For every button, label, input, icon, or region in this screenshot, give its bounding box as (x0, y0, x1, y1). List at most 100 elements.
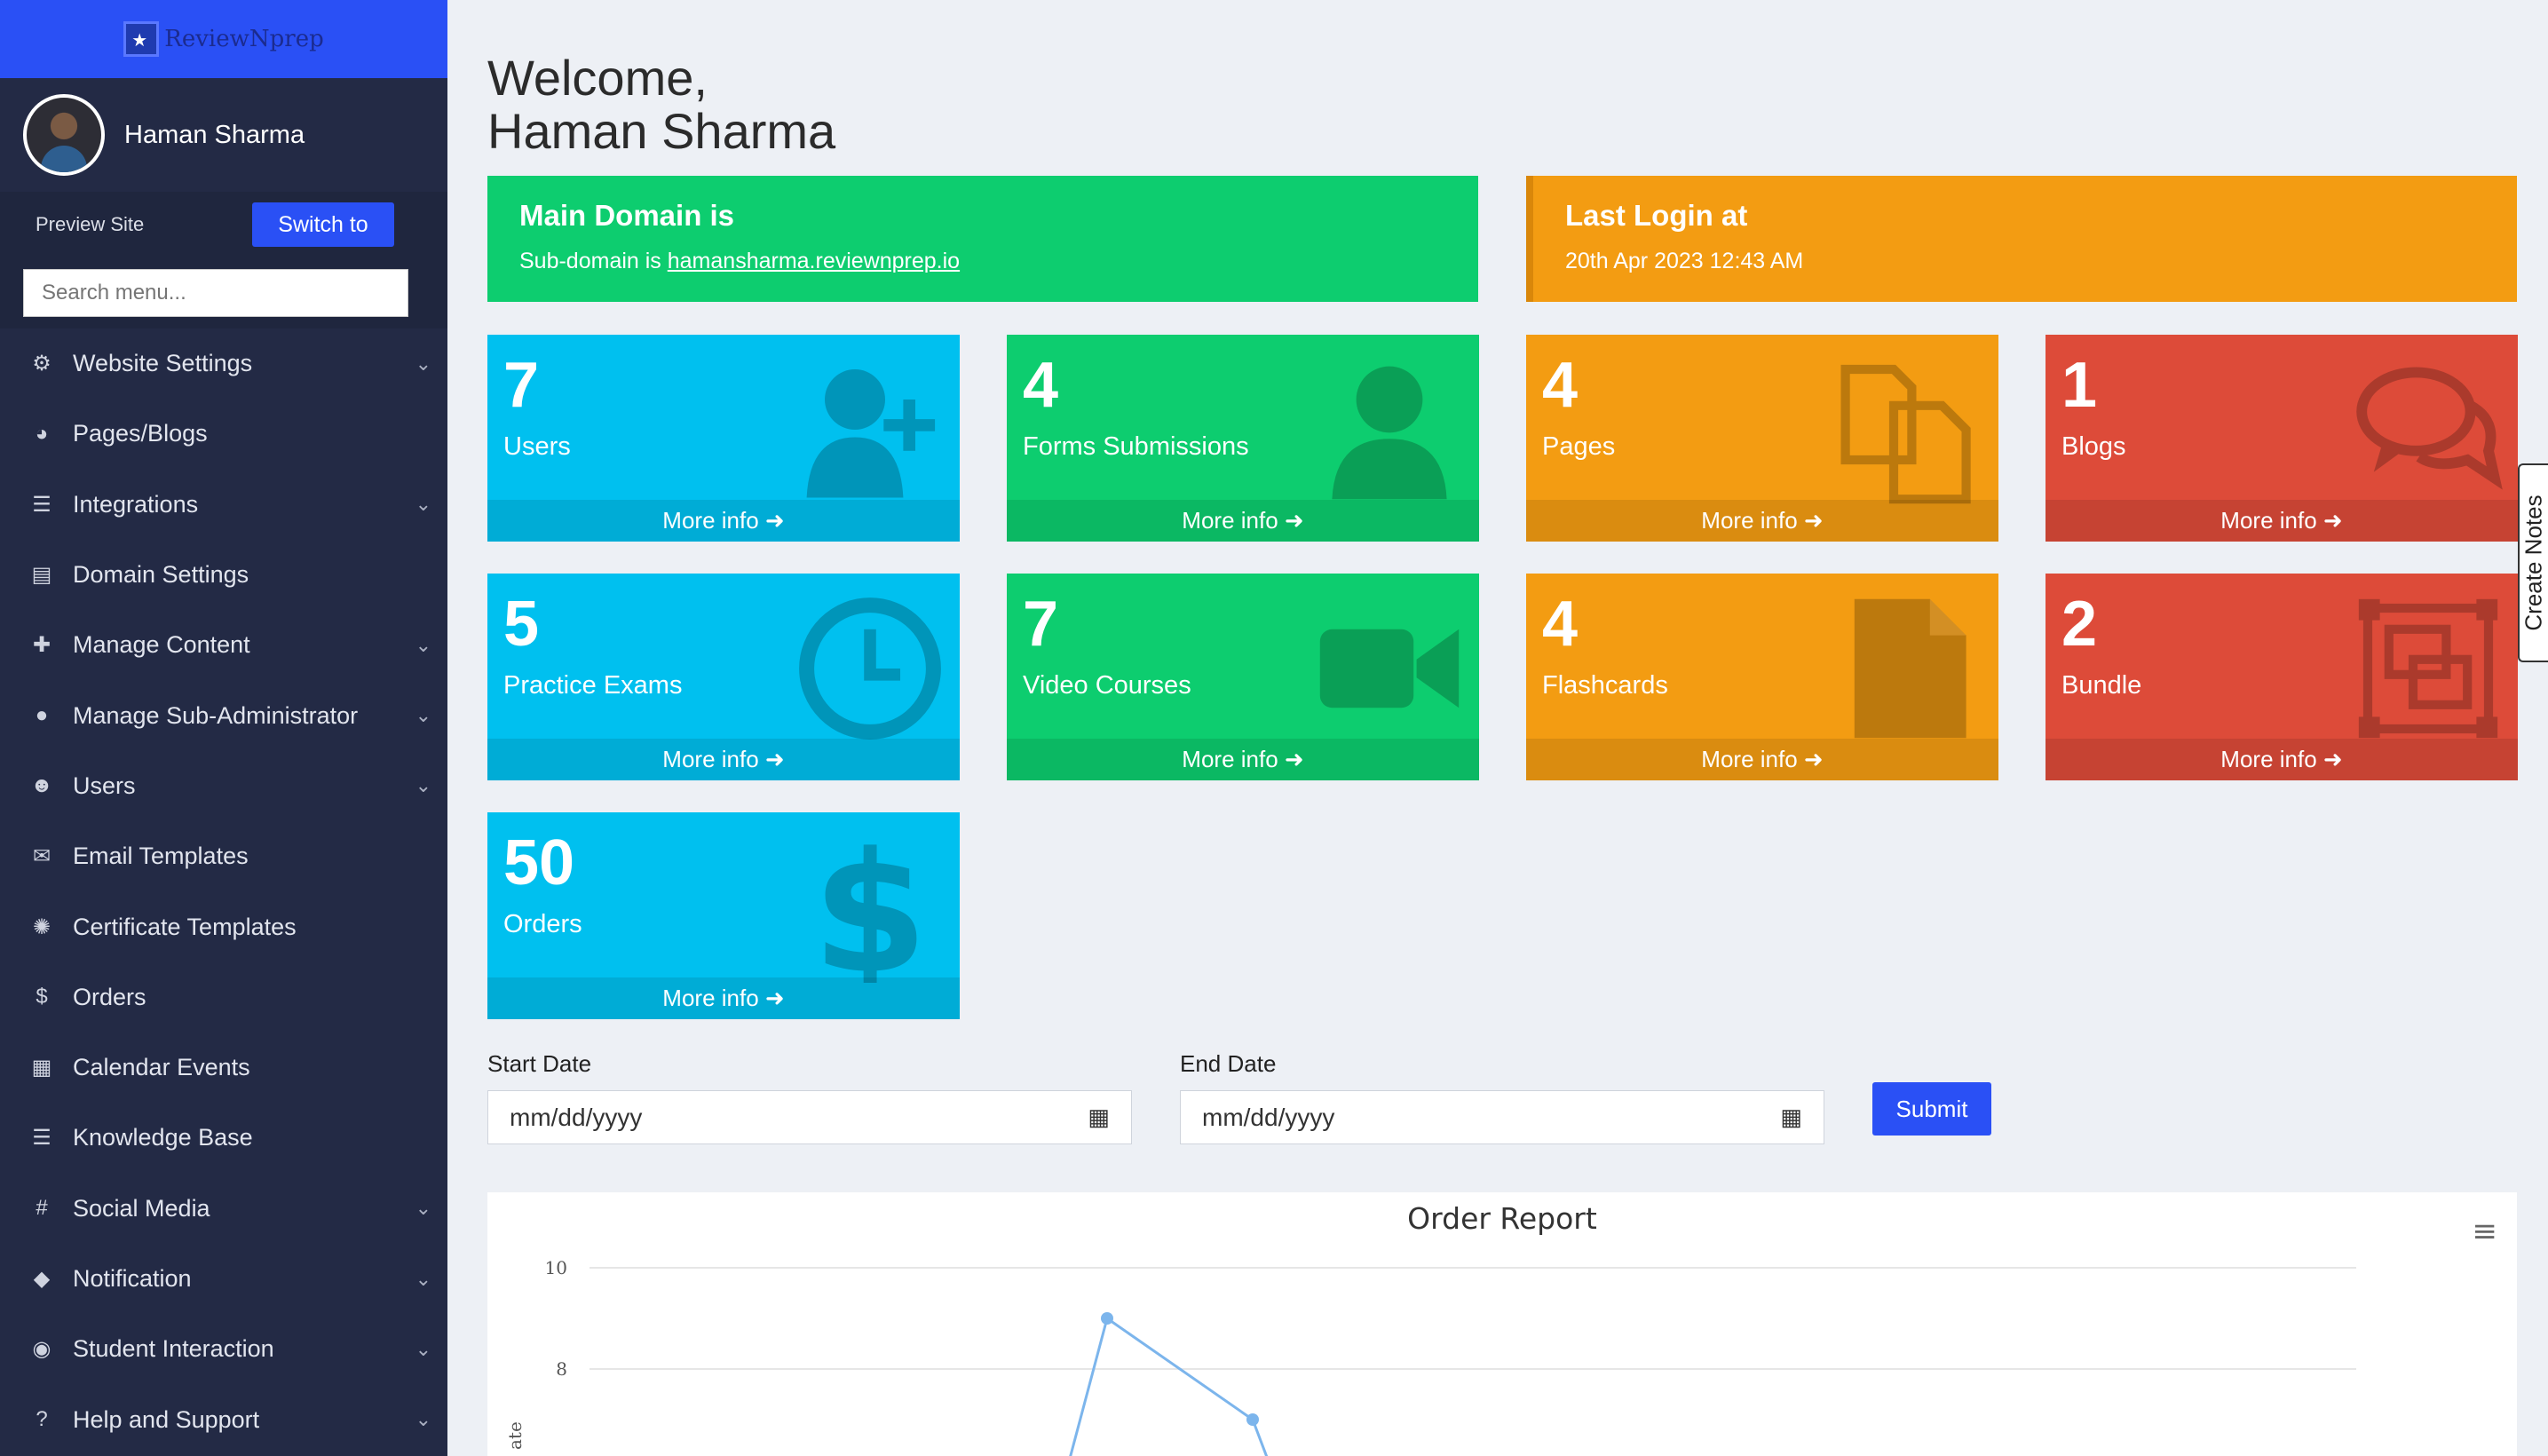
chevron-down-icon: ⌄ (415, 1408, 431, 1431)
chevron-down-icon: ⌄ (415, 704, 431, 727)
stat-count: 4 (1542, 350, 1579, 421)
switch-to-button[interactable]: Switch to (252, 202, 394, 247)
end-date-input[interactable]: mm/dd/yyyy ▦ (1180, 1090, 1824, 1144)
sidebar-item-social-media[interactable]: # Social Media ⌄ (0, 1174, 447, 1244)
stat-card-users: 7 Users More info ➜ (487, 335, 960, 542)
stat-label: Flashcards (1542, 671, 1668, 700)
sidebar-item-website-settings[interactable]: ⚙ Website Settings ⌄ (0, 328, 447, 399)
start-date-value: mm/dd/yyyy (510, 1103, 643, 1131)
sidebar-item-manage-content[interactable]: ✚ Manage Content ⌄ (0, 610, 447, 680)
more-info-link[interactable]: More info ➜ (1526, 500, 1998, 542)
stat-label: Blogs (2061, 432, 2126, 461)
user-plus-icon: ☻ (30, 773, 53, 798)
user-icon: ● (35, 703, 49, 728)
copy-icon (1833, 354, 1984, 505)
last-login-title: Last Login at (1565, 199, 1748, 232)
stat-card-flashcards: 4 Flashcards More info ➜ (1526, 574, 1998, 780)
sidebar-item-student-interaction[interactable]: ◉ Student Interaction ⌄ (0, 1314, 447, 1384)
sidebar-item-help-and-support[interactable]: ? Help and Support ⌄ (0, 1384, 447, 1454)
more-info-link[interactable]: More info ➜ (487, 500, 960, 542)
window-icon: ▤ (31, 563, 52, 588)
stat-count: 2 (2061, 589, 2098, 660)
stat-label: Pages (1542, 432, 1616, 461)
create-notes-tab[interactable]: Create Notes (2518, 463, 2548, 662)
stat-card-practice-exams: 5 Practice Exams More info ➜ (487, 574, 960, 780)
stat-label: Users (503, 432, 571, 461)
more-info-link[interactable]: More info ➜ (487, 977, 960, 1019)
more-info-link[interactable]: More info ➜ (1526, 739, 1998, 780)
sidebar-item-users[interactable]: ☻ Users ⌄ (0, 751, 447, 821)
sidebar-item-label: Integrations (73, 490, 199, 518)
start-date-input[interactable]: mm/dd/yyyy ▦ (487, 1090, 1132, 1144)
sidebar-item-calendar-events[interactable]: ▦ Calendar Events (0, 1033, 447, 1103)
sidebar-item-label: Calendar Events (73, 1054, 250, 1081)
welcome-heading: Welcome, Haman Sharma (487, 51, 835, 158)
search-menu-input[interactable] (23, 269, 408, 317)
preview-site-row: Preview Site Switch to (0, 192, 447, 257)
avatar[interactable] (23, 94, 105, 176)
brand-logo[interactable]: ReviewNprep (123, 21, 324, 57)
order-report-chart: Order Report ≡ 10 8 ate (487, 1192, 2517, 1456)
sidebar-item-manage-sub-administrator[interactable]: ● Manage Sub-Administrator ⌄ (0, 680, 447, 750)
data-point[interactable] (1246, 1413, 1259, 1426)
stat-count: 7 (1023, 589, 1059, 660)
dollar-icon: $ (795, 817, 946, 1010)
file-icon (1833, 593, 1984, 744)
gear-icon: ⚙ (32, 352, 51, 376)
sidebar-item-label: Email Templates (73, 843, 249, 870)
start-date-label: Start Date (487, 1050, 592, 1077)
sidebar-item-certificate-templates[interactable]: ✺ Certificate Templates (0, 891, 447, 961)
sidebar-item-label: Domain Settings (73, 561, 249, 589)
comments-icon: ◉ (32, 1337, 51, 1362)
sidebar-item-label: Manage Content (73, 631, 250, 659)
more-info-link[interactable]: More info ➜ (2046, 739, 2518, 780)
stat-label: Forms Submissions (1023, 432, 1249, 461)
question-icon: ? (36, 1407, 48, 1432)
stat-label: Video Courses (1023, 671, 1191, 700)
stat-card-forms-submissions: 4 Forms Submissions More info ➜ (1007, 335, 1479, 542)
end-date-label: End Date (1180, 1050, 1277, 1077)
calendar-icon[interactable]: ▦ (1088, 1104, 1110, 1131)
more-info-link[interactable]: More info ➜ (2046, 500, 2518, 542)
more-info-link[interactable]: More info ➜ (1007, 739, 1479, 780)
logo-mark-icon (123, 21, 160, 57)
calendar-icon[interactable]: ▦ (1780, 1104, 1802, 1131)
chevron-down-icon: ⌄ (415, 352, 431, 375)
brand-bar: ReviewNprep (0, 0, 447, 78)
dollar-icon: $ (36, 985, 48, 1009)
sidebar-item-label: Student Interaction (73, 1335, 274, 1363)
chevron-down-icon: ⌄ (415, 1337, 431, 1360)
welcome-user-name: Haman Sharma (487, 103, 836, 159)
subdomain-text: Sub-domain is hamansharma.reviewnprep.io (519, 249, 1446, 274)
sidebar-item-orders[interactable]: $ Orders (0, 962, 447, 1033)
sidebar-item-label: Users (73, 772, 136, 799)
sidebar-item-notification[interactable]: ◆ Notification ⌄ (0, 1244, 447, 1314)
profile-name: Haman Sharma (124, 120, 305, 149)
sidebar-item-integrations[interactable]: ☰ Integrations ⌄ (0, 470, 447, 540)
stat-count: 50 (503, 827, 575, 898)
more-info-link[interactable]: More info ➜ (1007, 500, 1479, 542)
sidebar-item-label: Orders (73, 983, 146, 1010)
chevron-down-icon: ⌄ (415, 1197, 431, 1220)
y-axis-label: ate (504, 1421, 526, 1450)
end-date-value: mm/dd/yyyy (1202, 1103, 1335, 1131)
data-point[interactable] (1101, 1312, 1113, 1325)
palette-icon: ◕ (35, 421, 49, 446)
subdomain-link[interactable]: hamansharma.reviewnprep.io (668, 249, 960, 273)
subdomain-prefix: Sub-domain is (519, 249, 668, 273)
sidebar-item-knowledge-base[interactable]: ☰ Knowledge Base (0, 1103, 447, 1173)
sidebar-item-email-templates[interactable]: ✉ Email Templates (0, 821, 447, 891)
sidebar-item-label: Certificate Templates (73, 913, 297, 940)
submit-button[interactable]: Submit (1872, 1082, 1991, 1136)
clock-icon (795, 593, 946, 744)
sidebar-item-domain-settings[interactable]: ▤ Domain Settings (0, 540, 447, 610)
sidebar-item-pages-blogs[interactable]: ◕ Pages/Blogs (0, 399, 447, 469)
comments-icon (2353, 354, 2504, 505)
more-info-link[interactable]: More info ➜ (487, 739, 960, 780)
stat-label: Practice Exams (503, 671, 683, 700)
envelope-icon: ✉ (32, 844, 51, 869)
certificate-icon: ✺ (32, 914, 51, 939)
sidebar-item-label: Website Settings (73, 350, 253, 377)
plus-icon: ✚ (32, 633, 51, 658)
create-notes-label: Create Notes (2520, 495, 2547, 631)
